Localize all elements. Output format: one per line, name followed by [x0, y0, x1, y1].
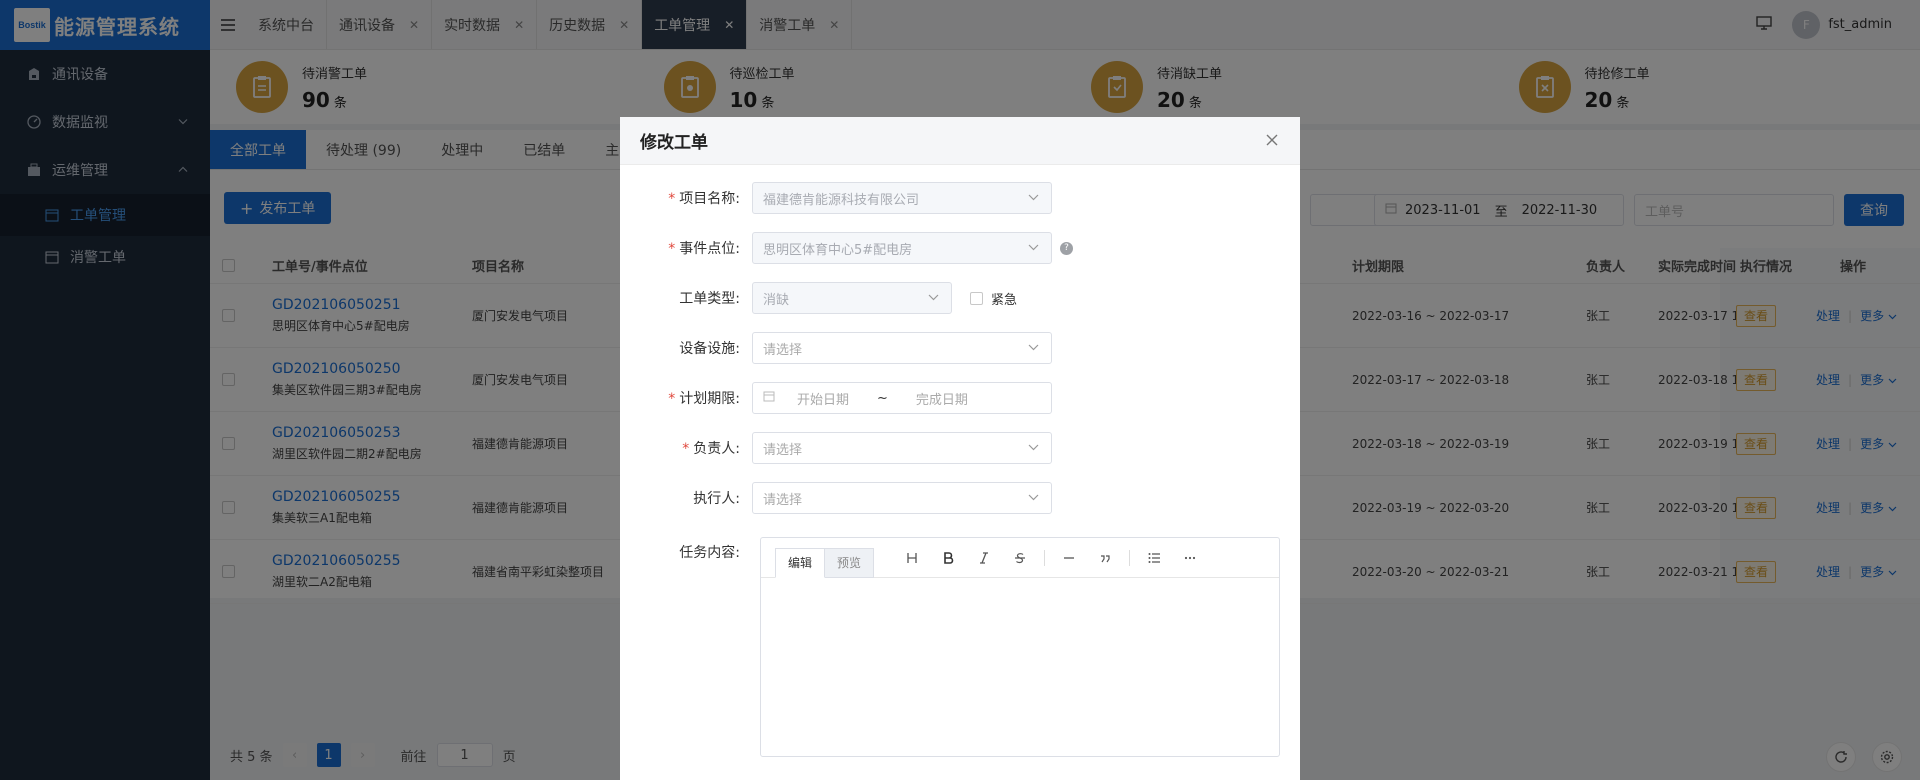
toolbar-divider	[1129, 549, 1131, 566]
bold-icon[interactable]	[930, 551, 966, 564]
horizontal-rule-icon[interactable]	[1051, 552, 1087, 564]
dialog-header: 修改工单	[620, 117, 1300, 165]
form-row-period: * 计划期限: 开始日期 ~ 完成日期	[620, 381, 1300, 415]
toolbar-divider	[1044, 549, 1046, 566]
owner-select[interactable]: 请选择	[752, 432, 1052, 464]
chevron-down-icon	[1028, 241, 1039, 254]
close-icon[interactable]	[1266, 131, 1278, 150]
field-label: 设备设施:	[679, 341, 740, 357]
required-mark: *	[668, 391, 676, 407]
tab-preview[interactable]: 预览	[825, 547, 875, 578]
chevron-down-icon	[928, 291, 939, 304]
executor-select[interactable]: 请选择	[752, 482, 1052, 514]
range-separator: ~	[877, 390, 888, 406]
end-date-input[interactable]: 完成日期	[916, 389, 968, 408]
chevron-down-icon	[1028, 491, 1039, 504]
strikethrough-icon[interactable]	[1002, 552, 1038, 564]
list-icon[interactable]	[1136, 552, 1172, 564]
markdown-editor: 编辑 预览	[760, 537, 1280, 757]
tab-edit[interactable]: 编辑	[775, 547, 826, 578]
form-row-executor: 执行人: 请选择	[620, 481, 1300, 515]
urgent-checkbox[interactable]	[970, 291, 983, 305]
required-mark: *	[668, 241, 676, 257]
project-select[interactable]: 福建德肯能源科技有限公司	[752, 182, 1052, 214]
form-row-type: 工单类型: 消缺 紧急	[620, 281, 1300, 315]
chevron-down-icon	[1028, 441, 1039, 454]
field-label: 任务内容:	[679, 545, 740, 561]
field-label: 执行人:	[693, 491, 740, 507]
field-label: 计划期限:	[679, 391, 740, 407]
heading-icon[interactable]	[894, 552, 930, 564]
editor-toolbar: 编辑 预览	[761, 538, 1279, 578]
calendar-icon	[763, 390, 775, 406]
device-select[interactable]: 请选择	[752, 332, 1052, 364]
field-label: 负责人:	[693, 441, 740, 457]
workorder-type-select[interactable]: 消缺	[752, 282, 952, 314]
edit-workorder-dialog: 修改工单 * 项目名称: 福建德肯能源科技有限公司 * 事件点位: 思明区体育中心5…	[620, 117, 1300, 780]
form-row-point: * 事件点位: 思明区体育中心5#配电房 ?	[620, 231, 1300, 265]
field-label: 工单类型:	[679, 291, 740, 307]
field-label: 事件点位:	[679, 241, 740, 257]
start-date-input[interactable]: 开始日期	[797, 389, 849, 408]
required-mark: *	[682, 441, 690, 457]
chevron-down-icon	[1028, 191, 1039, 204]
more-icon[interactable]	[1172, 556, 1208, 560]
required-mark: *	[668, 191, 676, 207]
quote-icon[interactable]	[1087, 552, 1123, 564]
period-date-range[interactable]: 开始日期 ~ 完成日期	[752, 382, 1052, 414]
help-icon[interactable]: ?	[1060, 241, 1073, 255]
urgent-option[interactable]: 紧急	[970, 289, 1017, 308]
urgent-label: 紧急	[991, 292, 1018, 308]
event-point-select[interactable]: 思明区体育中心5#配电房	[752, 232, 1052, 264]
chevron-down-icon	[1028, 341, 1039, 354]
form-row-project: * 项目名称: 福建德肯能源科技有限公司	[620, 181, 1300, 215]
form-row-owner: * 负责人: 请选择	[620, 431, 1300, 465]
italic-icon[interactable]	[966, 551, 1002, 564]
dialog-title: 修改工单	[640, 133, 708, 153]
form-row-device: 设备设施: 请选择	[620, 331, 1300, 365]
field-label: 项目名称:	[679, 191, 740, 207]
